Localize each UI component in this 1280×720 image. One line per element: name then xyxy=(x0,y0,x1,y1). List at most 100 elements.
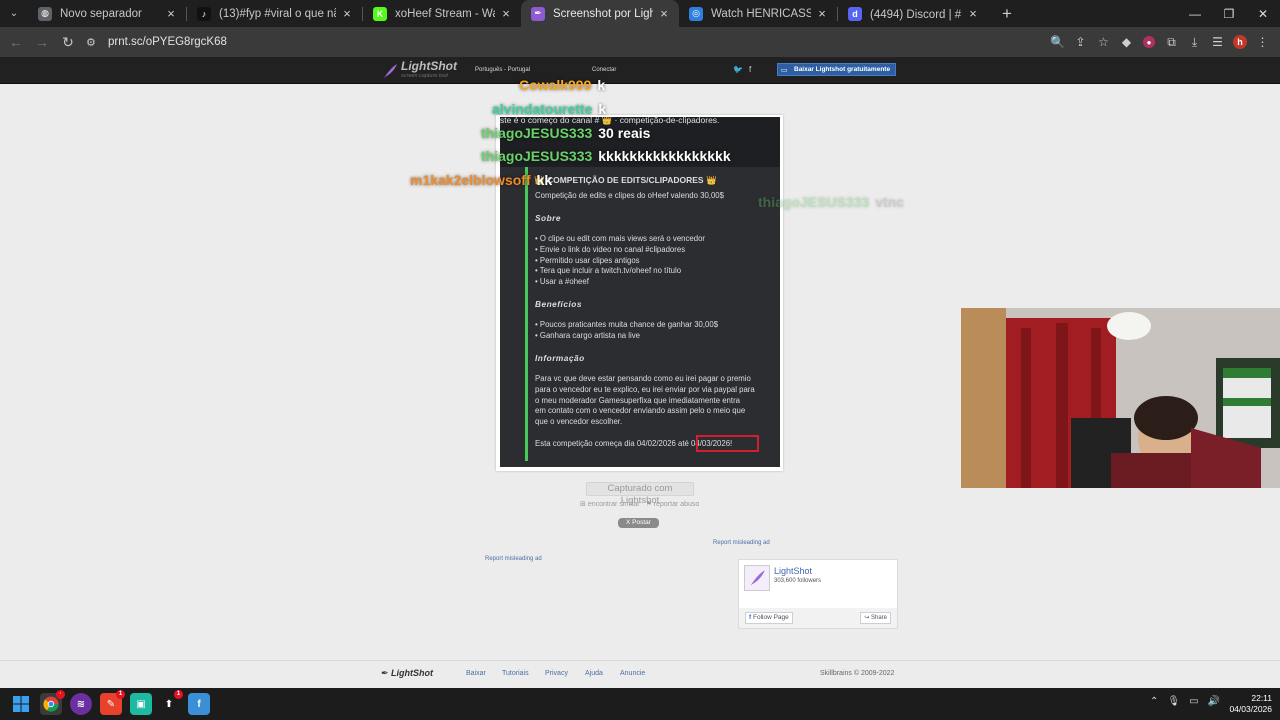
menu-dots-icon[interactable]: ⋮ xyxy=(1251,30,1274,54)
toolbar-actions: 🔍 ⇪ ☆ ◆ ● ⧉ ⤓ ☰ h ⋮ xyxy=(1046,30,1274,54)
find-similar-link[interactable]: ⊞ encontrar similar xyxy=(580,500,640,508)
chat-text: kk xyxy=(536,172,553,188)
tab-title: Novo separador xyxy=(60,7,142,20)
minimize-icon[interactable]: — xyxy=(1178,0,1212,27)
footer-link-help[interactable]: Ajuda xyxy=(585,670,603,677)
chat-message: thiagoJESUS333 vtnc xyxy=(758,194,904,210)
twitter-icon[interactable]: 🐦 xyxy=(733,65,743,74)
report-abuse-label: reportar abuso xyxy=(653,501,700,508)
chat-text: kkkkkkkkkkkkkkkkk xyxy=(598,148,731,164)
download-app-icon: ▭ xyxy=(781,66,788,74)
download-button[interactable]: ▭ Baixar Lightshot gratuitamente xyxy=(777,63,897,76)
follow-label: Follow Page xyxy=(752,614,789,621)
app-taskbar-icon-teal[interactable]: ▣ xyxy=(130,693,152,715)
browser-tab[interactable]: ✒ Screenshot por Lightshot × xyxy=(521,0,679,27)
app-taskbar-icon-purple[interactable]: ≋ xyxy=(70,693,92,715)
footer-link-privacy[interactable]: Privacy xyxy=(545,670,568,677)
chrome-icon xyxy=(43,696,59,712)
extensions-puzzle-icon[interactable]: ⧉ xyxy=(1160,30,1183,54)
tab-close-icon[interactable]: × xyxy=(164,6,178,21)
footer-link-tutorials[interactable]: Tutoriais xyxy=(502,670,529,677)
facebook-icon[interactable]: f xyxy=(749,65,751,74)
tab-title: (4494) Discord | # 👏·entra xyxy=(870,8,962,21)
app-taskbar-icon-blue[interactable]: f xyxy=(188,693,210,715)
extension-icon[interactable]: ◆ xyxy=(1115,30,1138,54)
fb-button-row: f Follow Page ↪ Share xyxy=(739,608,897,628)
browser-tab[interactable]: KxoHeef Stream - Watch Live on × xyxy=(363,0,521,27)
forward-icon[interactable]: → xyxy=(30,30,54,54)
screenshot-image[interactable]: ste é o começo do canal # 👑 · competição… xyxy=(500,117,780,467)
facebook-page-widget: LightShot 303,600 followers f Follow Pag… xyxy=(738,559,898,629)
browser-tab[interactable]: d (4494) Discord | # 👏·entra × xyxy=(838,0,988,27)
report-abuse-link[interactable]: ⚑ reportar abuso xyxy=(646,500,700,508)
browser-tab[interactable]: ◎ Watch HENRICASSO_TV (1) | St × xyxy=(679,0,837,27)
close-window-icon[interactable]: ✕ xyxy=(1246,0,1280,27)
connect-link[interactable]: Conectar xyxy=(592,67,616,73)
chat-username: thiagoJESUS333 xyxy=(481,148,593,164)
download-icon[interactable]: ⤓ xyxy=(1183,30,1206,54)
microphone-icon[interactable]: 🎙 xyxy=(1167,696,1180,707)
kick-icon: K xyxy=(373,6,387,21)
system-tray: ⌃ 🎙 ▭ 🔊 xyxy=(1150,696,1220,707)
new-tab-icon[interactable]: + xyxy=(994,4,1020,24)
lightshot-icon: ✒ xyxy=(531,6,545,21)
tab-close-icon[interactable]: × xyxy=(966,6,980,21)
browser-tab[interactable]: ◍ Novo separador × xyxy=(28,0,186,27)
tab-title: (13)#fyp #viral o que não pode xyxy=(219,7,336,20)
app-taskbar-icon-white[interactable]: ⬆ 1 xyxy=(158,690,183,715)
fb-page-name[interactable]: LightShot xyxy=(774,566,812,576)
page-avatar[interactable] xyxy=(744,565,770,591)
chat-message: thiagoJESUS333 30 reais xyxy=(481,125,650,141)
post-to-x-button[interactable]: X Postar xyxy=(618,518,659,528)
back-icon[interactable]: ← xyxy=(4,30,28,54)
restore-icon[interactable]: ❐ xyxy=(1212,0,1246,27)
sobre-item: • O clipe ou edit com mais views será o … xyxy=(535,234,706,243)
download-label: Baixar Lightshot gratuitamente xyxy=(794,66,891,73)
fb-followers: 303,600 followers xyxy=(774,578,822,584)
start-button[interactable] xyxy=(10,693,32,715)
footer-divider xyxy=(0,660,1280,661)
tab-title: Watch HENRICASSO_TV (1) | St xyxy=(711,7,811,20)
chrome-taskbar-icon[interactable]: · xyxy=(40,690,65,715)
share-button[interactable]: ↪ Share xyxy=(860,612,891,624)
chat-text: vtnc xyxy=(875,194,905,210)
reading-list-icon[interactable]: ☰ xyxy=(1206,30,1229,54)
browser-tab[interactable]: ♪ (13)#fyp #viral o que não pode × xyxy=(187,0,362,27)
tab-close-icon[interactable]: × xyxy=(815,6,829,21)
address-bar[interactable]: ⚙ prnt.sc/oPYEG8rgcK68 xyxy=(86,30,227,54)
app-taskbar-icon-red[interactable]: ✎ 1 xyxy=(100,690,125,715)
tab-close-icon[interactable]: × xyxy=(340,6,354,21)
tab-search-icon[interactable]: ⌄ xyxy=(0,0,28,27)
tray-chevron-icon[interactable]: ⌃ xyxy=(1150,696,1158,707)
chat-username: Cowalk999 xyxy=(519,77,592,93)
report-ad-link-right[interactable]: Report misleading ad xyxy=(713,540,770,546)
tab-close-icon[interactable]: × xyxy=(657,6,671,21)
install-icon[interactable]: ⇪ xyxy=(1069,30,1092,54)
footer-link-download[interactable]: Baixar xyxy=(466,670,486,677)
profile-avatar[interactable]: h xyxy=(1233,35,1247,49)
report-ad-link-left[interactable]: Report misleading ad xyxy=(485,556,542,562)
feather-icon xyxy=(384,64,397,78)
tab-close-icon[interactable]: × xyxy=(499,6,513,21)
site-info-icon[interactable]: ⚙ xyxy=(86,36,104,49)
network-icon[interactable]: ▭ xyxy=(1189,696,1198,707)
tiktok-icon: ♪ xyxy=(197,6,211,21)
browser-toolbar: ← → ↻ ⚙ prnt.sc/oPYEG8rgcK68 🔍 ⇪ ☆ ◆ ● ⧉… xyxy=(0,27,1280,57)
chat-text: k xyxy=(598,101,607,117)
lightshot-logo[interactable]: LightShot screen capture tool xyxy=(382,60,457,81)
footer-link-advertise[interactable]: Anuncie xyxy=(620,670,645,677)
url-text[interactable]: prnt.sc/oPYEG8rgcK68 xyxy=(108,36,227,48)
follow-page-button[interactable]: f Follow Page xyxy=(745,612,793,624)
extension-badge-icon[interactable]: ● xyxy=(1143,36,1155,48)
bookmark-star-icon[interactable]: ☆ xyxy=(1092,30,1115,54)
informacao-line: o meu moderador Gamesuperfixa que imedia… xyxy=(535,395,740,405)
windows-taskbar: · ≋ ✎ 1 ▣ ⬆ 1 f ⌃ 🎙 ▭ 🔊 22:11 04/03/2026 xyxy=(0,688,1280,720)
zoom-icon[interactable]: 🔍 xyxy=(1046,30,1069,54)
reload-icon[interactable]: ↻ xyxy=(56,30,80,54)
highlight-box xyxy=(696,435,759,452)
system-clock[interactable]: 22:11 04/03/2026 xyxy=(1229,693,1272,715)
footer-logo[interactable]: ✒ LightShot xyxy=(381,668,433,679)
volume-icon[interactable]: 🔊 xyxy=(1208,696,1220,707)
language-select[interactable]: Português - Portugal xyxy=(475,67,530,73)
sobre-item: • Usar a #oheef xyxy=(535,277,589,287)
